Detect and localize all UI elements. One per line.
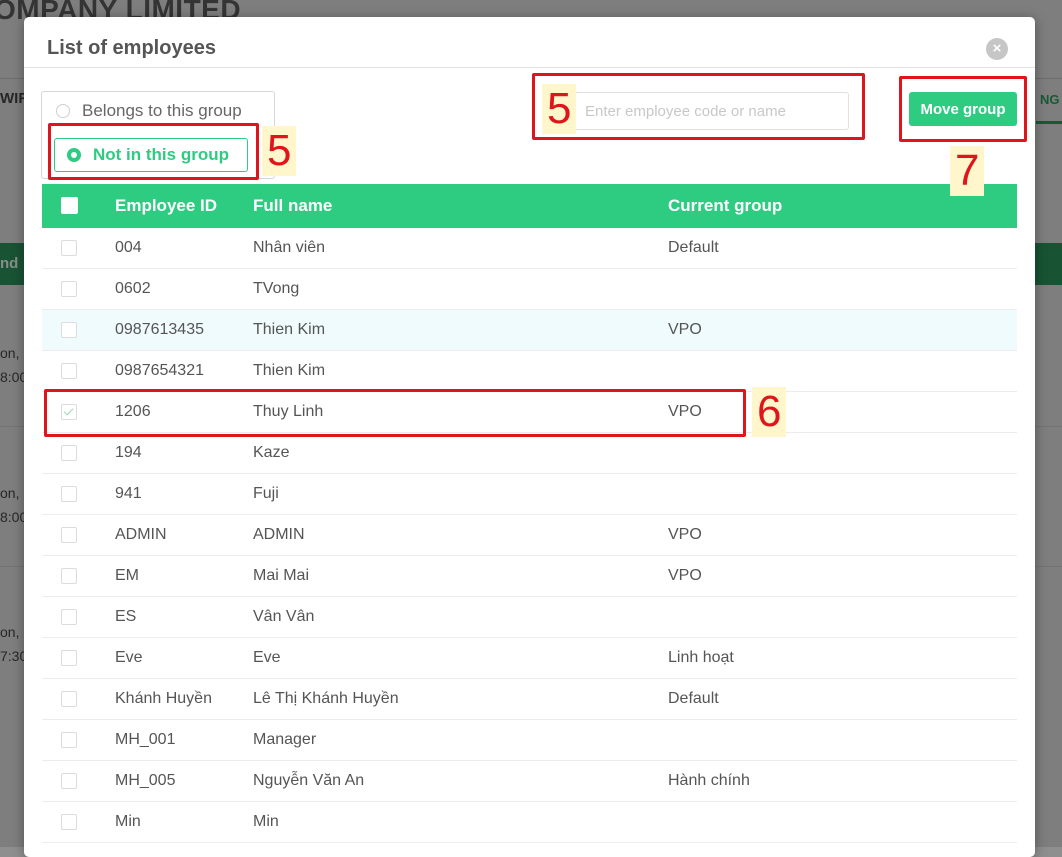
row-checkbox[interactable] — [61, 609, 77, 625]
annotation-number-row: 6 — [752, 387, 787, 437]
row-checkbox[interactable] — [61, 773, 77, 789]
cell-full-name: Nhân viên — [253, 239, 326, 256]
cell-full-name: Fuji — [253, 485, 279, 502]
table-row[interactable]: 0602 TVong — [42, 269, 1017, 310]
cell-current-group: Hành chính — [668, 772, 750, 789]
annotation-box-row — [44, 389, 746, 437]
cell-current-group: Linh hoạt — [668, 649, 734, 666]
modal-header-divider — [24, 67, 1035, 68]
table-row[interactable]: Min Min — [42, 802, 1017, 843]
cell-full-name: ADMIN — [253, 526, 305, 543]
cell-employee-id: Eve — [115, 649, 143, 666]
table-row[interactable]: EM Mai Mai VPO — [42, 556, 1017, 597]
cell-current-group: VPO — [668, 526, 702, 543]
cell-employee-id: 0987613435 — [115, 321, 204, 338]
column-header-current-group[interactable]: Current group — [668, 184, 782, 228]
row-checkbox[interactable] — [61, 650, 77, 666]
cell-full-name: Min — [253, 813, 279, 830]
table-body: 004 Nhân viên Default 0602 TVong 0987613435 Th… — [42, 228, 1017, 843]
cell-employee-id: MH_001 — [115, 731, 176, 748]
table-row[interactable]: Khánh Huyền Lê Thị Khánh Huyền Default — [42, 679, 1017, 720]
column-header-full-name[interactable]: Full name — [253, 184, 332, 228]
cell-current-group: VPO — [668, 567, 702, 584]
table-row[interactable]: 0987613435 Thien Kim VPO — [42, 310, 1017, 351]
table-header: Employee ID Full name Current group — [42, 184, 1017, 228]
table-row[interactable]: ES Vân Vân — [42, 597, 1017, 638]
annotation-box-move-button — [899, 76, 1027, 142]
row-checkbox[interactable] — [61, 445, 77, 461]
annotation-number-move-button: 7 — [950, 146, 985, 196]
annotation-box-search — [532, 73, 865, 140]
cell-full-name: Mai Mai — [253, 567, 310, 584]
annotation-number-filter: 5 — [262, 126, 297, 176]
cell-full-name: Vân Vân — [253, 608, 315, 625]
radio-belongs-label: Belongs to this group — [82, 101, 242, 120]
row-checkbox[interactable] — [61, 691, 77, 707]
table-row[interactable]: 0987654321 Thien Kim — [42, 351, 1017, 392]
cell-employee-id: MH_005 — [115, 772, 176, 789]
row-checkbox[interactable] — [61, 281, 77, 297]
cell-employee-id: 004 — [115, 239, 142, 256]
row-checkbox[interactable] — [61, 527, 77, 543]
table-row[interactable]: 941 Fuji — [42, 474, 1017, 515]
row-checkbox[interactable] — [61, 240, 77, 256]
row-checkbox[interactable] — [61, 814, 77, 830]
row-checkbox[interactable] — [61, 322, 77, 338]
table-row[interactable]: MH_005 Nguyễn Văn An Hành chính — [42, 761, 1017, 802]
row-checkbox[interactable] — [61, 486, 77, 502]
radio-belongs-to-group[interactable]: Belongs to this group — [56, 101, 242, 121]
cell-full-name: Eve — [253, 649, 281, 666]
table-row[interactable]: MH_001 Manager — [42, 720, 1017, 761]
row-checkbox[interactable] — [61, 732, 77, 748]
table-row[interactable]: Eve Eve Linh hoạt — [42, 638, 1017, 679]
table-row[interactable]: ADMIN ADMIN VPO — [42, 515, 1017, 556]
cell-current-group: Default — [668, 239, 719, 256]
cell-current-group: VPO — [668, 321, 702, 338]
cell-employee-id: Khánh Huyền — [115, 690, 212, 707]
cell-employee-id: EM — [115, 567, 139, 584]
cell-employee-id: 0602 — [115, 280, 151, 297]
cell-full-name: Nguyễn Văn An — [253, 772, 365, 789]
radio-unchecked-icon[interactable] — [56, 104, 70, 118]
cell-full-name: Lê Thị Khánh Huyền — [253, 690, 399, 707]
cell-employee-id: Min — [115, 813, 141, 830]
cell-current-group: Default — [668, 690, 719, 707]
cell-employee-id: 0987654321 — [115, 362, 204, 379]
row-checkbox[interactable] — [61, 568, 77, 584]
employee-table: Employee ID Full name Current group 004 N… — [42, 184, 1017, 843]
cell-full-name: Manager — [253, 731, 317, 748]
cell-employee-id: ES — [115, 608, 137, 625]
cell-full-name: TVong — [253, 280, 300, 297]
select-all-checkbox[interactable] — [61, 197, 78, 214]
cell-employee-id: 194 — [115, 444, 142, 461]
modal-title: List of employees — [47, 37, 216, 59]
table-row[interactable]: 004 Nhân viên Default — [42, 228, 1017, 269]
cell-employee-id: ADMIN — [115, 526, 167, 543]
row-checkbox[interactable] — [61, 363, 77, 379]
cell-full-name: Thien Kim — [253, 362, 326, 379]
cell-full-name: Kaze — [253, 444, 290, 461]
column-header-employee-id[interactable]: Employee ID — [115, 184, 217, 228]
cell-full-name: Thien Kim — [253, 321, 326, 338]
cell-employee-id: 941 — [115, 485, 142, 502]
annotation-box-filter — [48, 123, 259, 180]
close-icon[interactable]: × — [986, 38, 1008, 60]
table-row[interactable]: 194 Kaze — [42, 433, 1017, 474]
annotation-number-search: 5 — [542, 84, 577, 134]
